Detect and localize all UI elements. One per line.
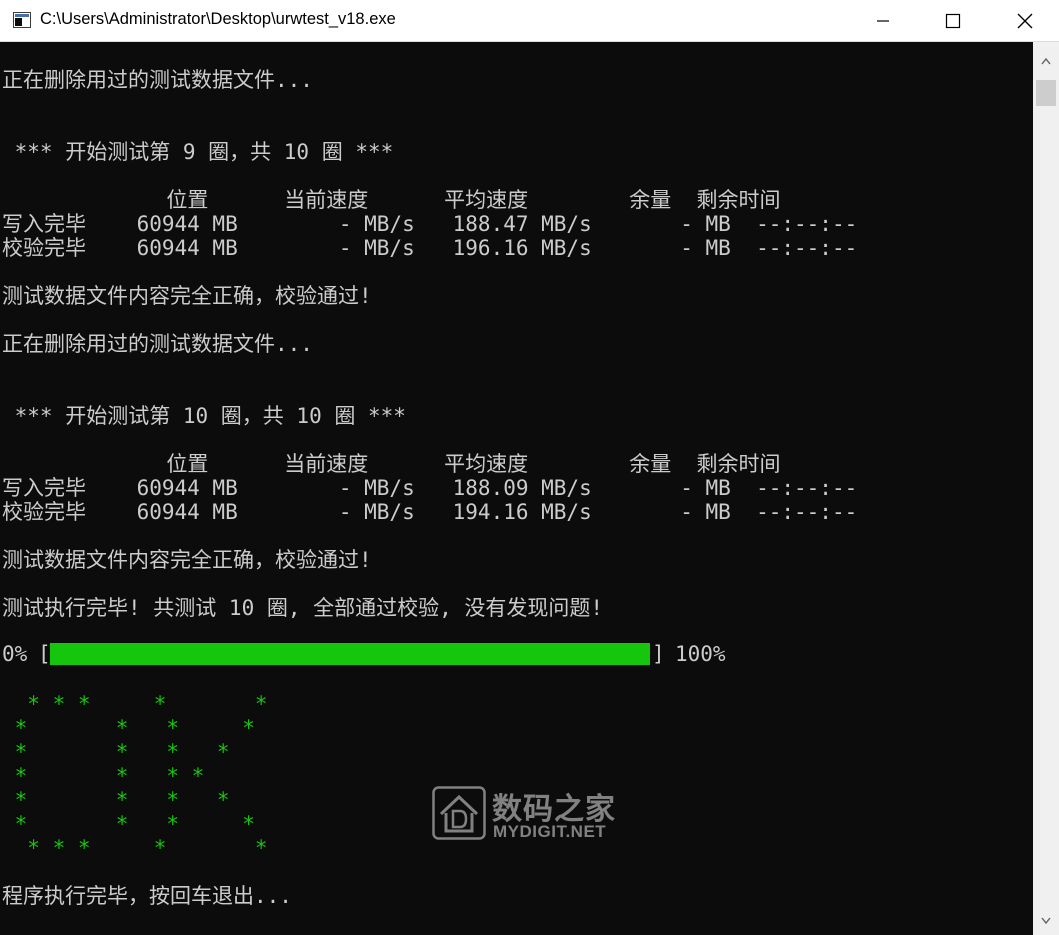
ok-art-line: * * * * xyxy=(2,740,230,764)
verify-stats-line: 校验完毕 60944 MB - MB/s 196.16 MB/s - MB --… xyxy=(2,236,858,260)
watermark: 数码之家 MYDIGIT.NET xyxy=(432,786,632,844)
write-stats-line: 写入完毕 60944 MB - MB/s 188.09 MB/s - MB --… xyxy=(2,476,858,500)
mydigit-logo-icon xyxy=(432,786,486,840)
console-line: 正在删除用过的测试数据文件... xyxy=(2,332,313,356)
close-icon xyxy=(1017,13,1033,29)
progress-bar xyxy=(50,643,650,665)
minimize-icon xyxy=(877,20,889,22)
scroll-down-arrow-icon xyxy=(1041,917,1051,925)
write-stats-line: 写入完毕 60944 MB - MB/s 188.47 MB/s - MB --… xyxy=(2,212,858,236)
ok-art-line: * * * * xyxy=(2,716,255,740)
close-button[interactable] xyxy=(1002,0,1048,42)
ok-art-line: * * * * xyxy=(2,788,230,812)
scroll-down-button[interactable] xyxy=(1033,910,1059,932)
minimize-button[interactable] xyxy=(860,0,906,42)
vertical-scrollbar[interactable] xyxy=(1033,42,1059,935)
scroll-up-button[interactable] xyxy=(1033,50,1059,72)
ok-art-line: * * * * * xyxy=(2,692,268,716)
stats-header-line: 位置 当前速度 平均速度 余量 剩余时间 xyxy=(2,188,781,212)
verify-ok-line: 测试数据文件内容完全正确，校验通过! xyxy=(2,284,372,308)
scroll-up-arrow-icon xyxy=(1041,57,1051,65)
progress-left-bracket: [ xyxy=(38,642,51,666)
progress-right-bracket: ] xyxy=(652,642,665,666)
exit-prompt-line: 程序执行完毕，按回车退出... xyxy=(2,884,292,908)
maximize-icon xyxy=(945,13,961,29)
stats-header-line: 位置 当前速度 平均速度 余量 剩余时间 xyxy=(2,452,781,476)
ok-art-line: * * * * xyxy=(2,764,205,788)
round-header-line: *** 开始测试第 10 圈，共 10 圈 *** xyxy=(2,404,406,428)
watermark-en-text: MYDIGIT.NET xyxy=(493,822,607,841)
ok-art-line: * * * * * xyxy=(2,836,268,860)
ok-art-line: * * * * xyxy=(2,812,255,836)
console-line: 正在删除用过的测试数据文件... xyxy=(2,68,313,92)
progress-start-label: 0% xyxy=(2,642,28,666)
verify-ok-line: 测试数据文件内容完全正确，校验通过! xyxy=(2,548,372,572)
verify-stats-line: 校验完毕 60944 MB - MB/s 194.16 MB/s - MB --… xyxy=(2,500,858,524)
window-title: C:\Users\Administrator\Desktop\urwtest_v… xyxy=(40,10,396,28)
scrollbar-thumb[interactable] xyxy=(1036,80,1056,106)
title-bar[interactable]: C:\Users\Administrator\Desktop\urwtest_v… xyxy=(0,0,1059,42)
maximize-button[interactable] xyxy=(930,0,976,42)
test-complete-line: 测试执行完毕! 共测试 10 圈, 全部通过校验, 没有发现问题! xyxy=(2,596,604,620)
round-header-line: *** 开始测试第 9 圈，共 10 圈 *** xyxy=(2,140,394,164)
progress-end-label: 100% xyxy=(675,642,726,666)
console-app-icon[interactable] xyxy=(13,12,31,28)
progress-bar-fill xyxy=(50,643,650,665)
